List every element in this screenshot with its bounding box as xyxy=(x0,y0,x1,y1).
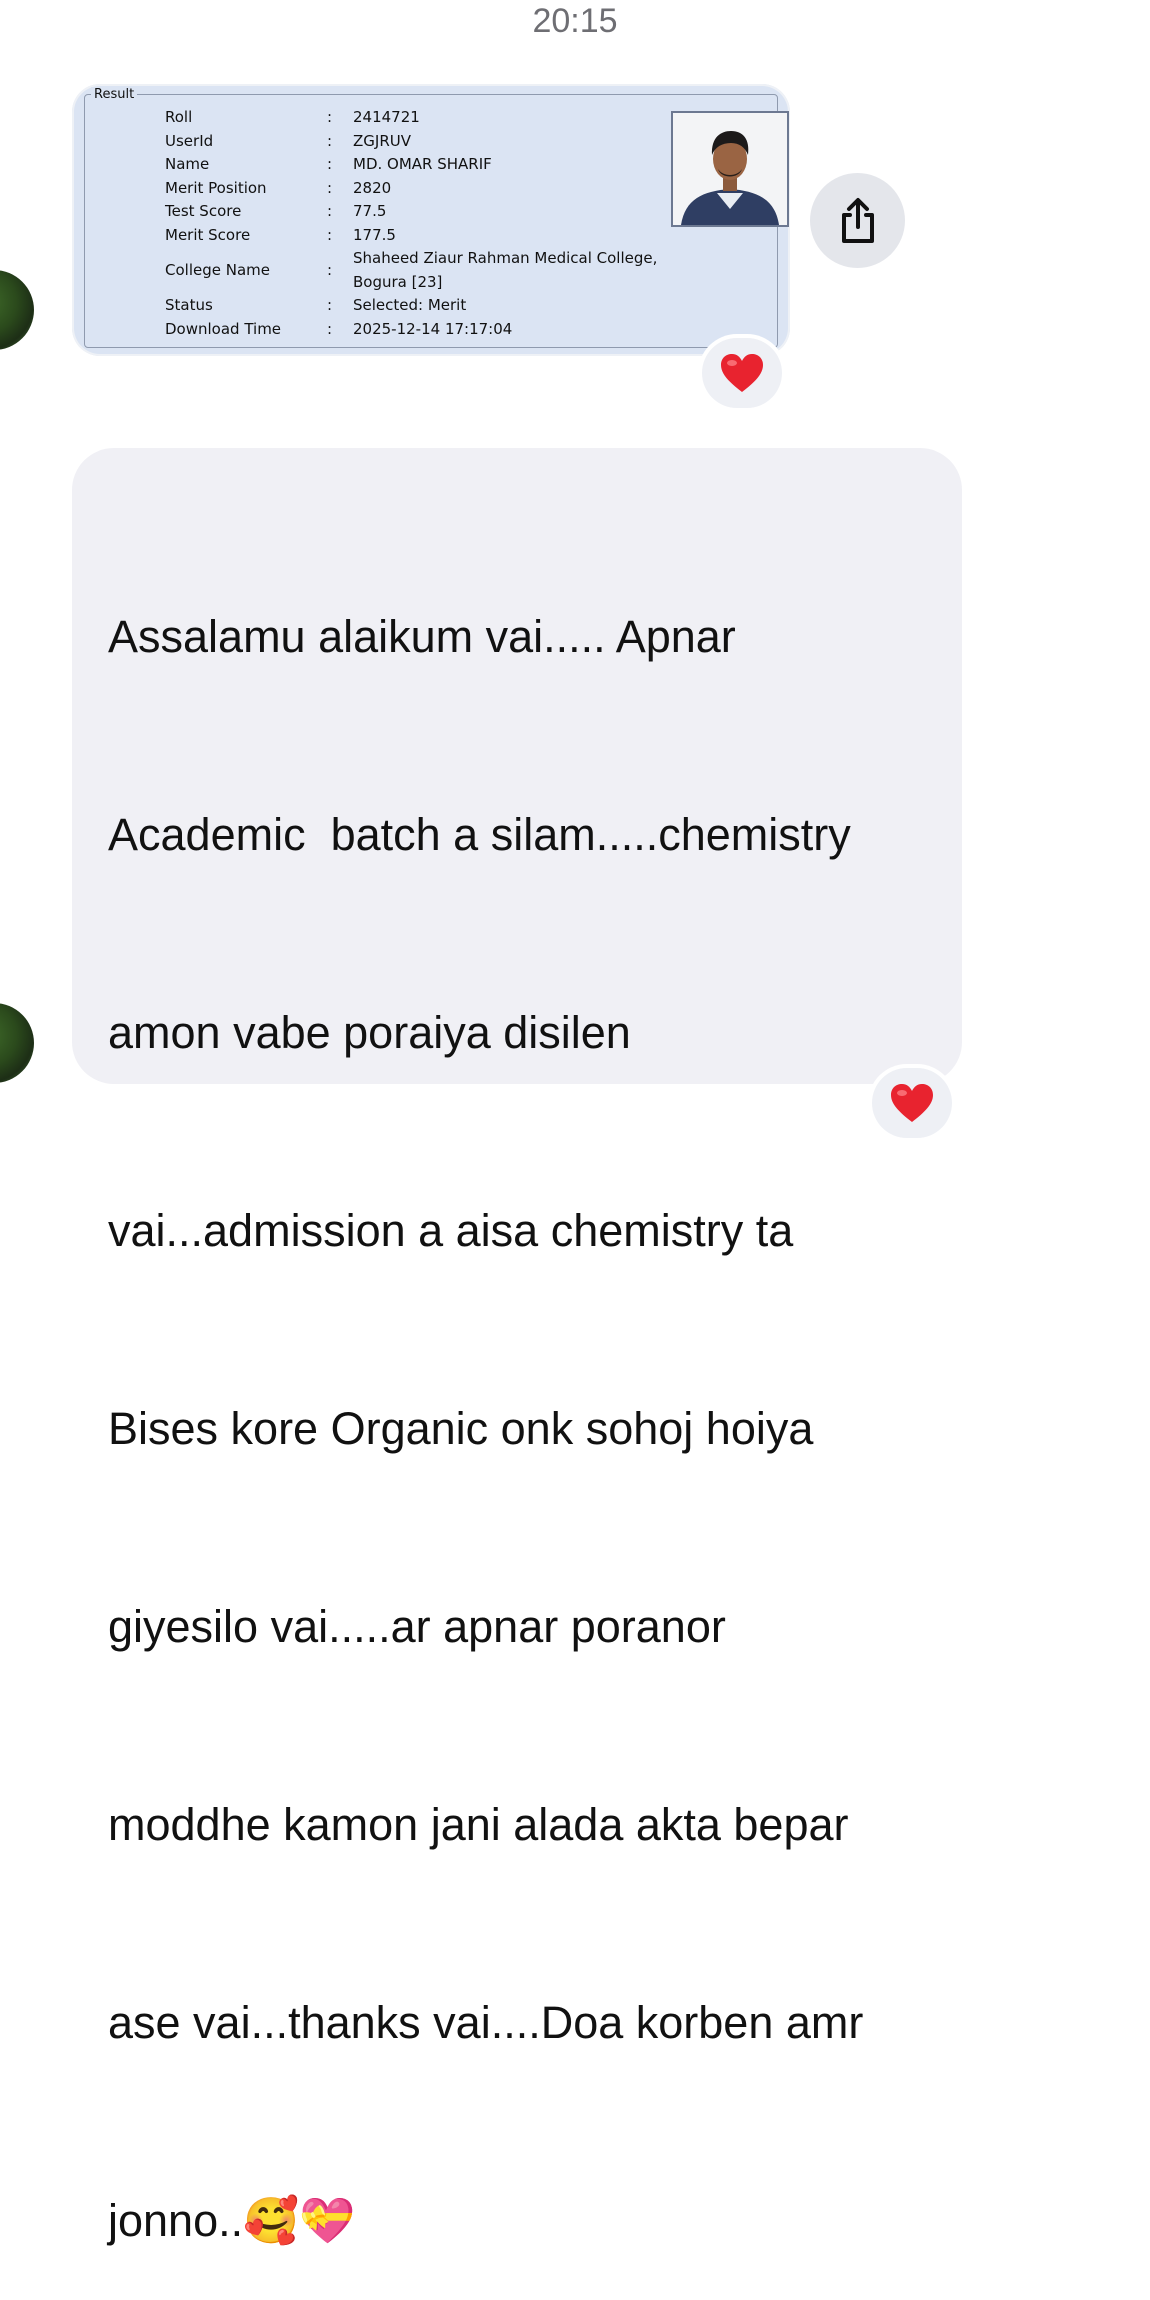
row-colon: : xyxy=(327,132,333,150)
row-value: 2025-12-14 17:17:04 xyxy=(353,320,513,338)
row-value: MD. OMAR SHARIF xyxy=(353,155,492,173)
row-value: ZGJRUV xyxy=(353,132,411,150)
row-colon: : xyxy=(327,320,333,338)
result-panel: Result Roll : 2414721 UserId : ZGJRUV Na… xyxy=(84,87,789,348)
heart-reaction[interactable] xyxy=(702,338,782,408)
row-colon: : xyxy=(327,226,333,244)
row-label: Merit Score xyxy=(165,226,251,244)
message-line: amon vabe poraiya disilen xyxy=(108,1007,631,1058)
row-label: Name xyxy=(165,155,210,173)
result-legend: Result xyxy=(91,87,138,102)
message-line: Academic batch a silam.....chemistry xyxy=(108,809,851,860)
row-value: Selected: Merit xyxy=(353,296,467,314)
row-value: 177.5 xyxy=(353,226,396,244)
message-line: moddhe kamon jani alada akta bepar xyxy=(108,1799,849,1850)
row-value: Shaheed Ziaur Rahman Medical College, xyxy=(353,249,658,267)
row-label: Merit Position xyxy=(165,179,267,197)
row-colon: : xyxy=(327,108,333,126)
row-value: 2820 xyxy=(353,179,392,197)
heart-icon xyxy=(721,354,763,392)
row-label: Test Score xyxy=(165,202,242,220)
message-line: jonno..🥰💝 xyxy=(108,2195,356,2246)
row-label: UserId xyxy=(165,132,214,150)
message-text: Assalamu alaikum vai..... Apnar Academic… xyxy=(108,472,938,2300)
row-value-continued: Bogura [23] xyxy=(353,273,443,291)
text-message-bubble[interactable]: Assalamu alaikum vai..... Apnar Academic… xyxy=(72,448,962,2246)
row-label: College Name xyxy=(165,261,270,279)
row-colon: : xyxy=(327,155,333,173)
row-value: 77.5 xyxy=(353,202,387,220)
row-label: Status xyxy=(165,296,213,314)
heart-icon xyxy=(891,1084,933,1122)
message-line: Assalamu alaikum vai..... Apnar xyxy=(108,611,736,662)
image-message[interactable]: Result Roll : 2414721 UserId : ZGJRUV Na… xyxy=(72,84,790,356)
row-label: Roll xyxy=(165,108,193,126)
row-value: 2414721 xyxy=(353,108,420,126)
timestamp: 20:15 xyxy=(532,2,618,40)
message-line: giyesilo vai.....ar apnar poranor xyxy=(108,1601,726,1652)
message-line: Bises kore Organic onk sohoj hoiya xyxy=(108,1403,814,1454)
row-colon: : xyxy=(327,296,333,314)
person-photo-icon xyxy=(673,113,787,225)
row-colon: : xyxy=(327,261,333,279)
heart-reaction[interactable] xyxy=(872,1068,952,1138)
message-line: vai...admission a aisa chemistry ta xyxy=(108,1205,794,1256)
message-line: ase vai...thanks vai....Doa korben amr xyxy=(108,1997,864,2048)
row-label: Download Time xyxy=(165,320,282,338)
avatar[interactable] xyxy=(0,270,34,350)
avatar[interactable] xyxy=(0,1003,34,1083)
share-button[interactable] xyxy=(810,173,905,268)
row-colon: : xyxy=(327,202,333,220)
row-colon: : xyxy=(327,179,333,197)
profile-photo xyxy=(671,111,789,227)
share-icon xyxy=(841,197,874,243)
